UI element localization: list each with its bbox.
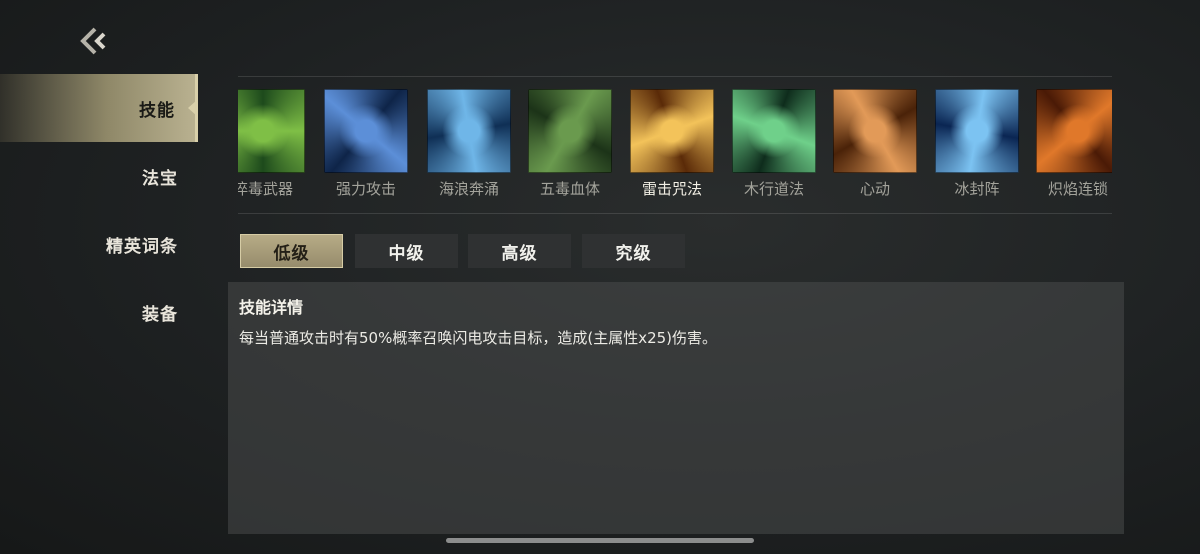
skill-card-ice-seal[interactable]: 冰封阵	[935, 89, 1019, 199]
wood-vortex-icon	[732, 89, 816, 173]
sidebar-item-treasure[interactable]: 法宝	[0, 142, 198, 210]
tab-label: 究级	[615, 243, 652, 264]
tab-high[interactable]: 高级	[468, 234, 571, 268]
back-button[interactable]	[78, 26, 112, 56]
skill-card-power-strike[interactable]: 强力攻击	[324, 89, 408, 199]
tab-label: 低级	[273, 243, 310, 264]
skill-label: 淬毒武器	[238, 180, 293, 198]
skill-list[interactable]: 淬毒武器 强力攻击 海浪奔涌 五毒血体 雷击咒法 木行道法 心动 冰封阵 炽焰连…	[238, 89, 1112, 199]
skill-label: 五毒血体	[539, 180, 600, 198]
skill-label: 海浪奔涌	[438, 180, 499, 198]
skill-label: 炽焰连锁	[1047, 180, 1108, 198]
divider	[238, 213, 1112, 214]
skill-label: 冰封阵	[954, 180, 1000, 198]
flame-demon-icon	[1036, 89, 1112, 173]
skill-card-five-poison-body[interactable]: 五毒血体	[528, 89, 612, 199]
skill-card-wood-dao[interactable]: 木行道法	[732, 89, 816, 199]
skill-label: 强力攻击	[335, 180, 396, 198]
sidebar-item-label: 装备	[142, 304, 178, 325]
sidebar-item-label: 技能	[139, 100, 175, 121]
back-chevron-icon	[80, 27, 106, 55]
skill-detail-panel: 技能详情 每当普通攻击时有50%概率召唤闪电攻击目标，造成(主属性x25)伤害。	[228, 282, 1124, 534]
sidebar-item-elite-affixes[interactable]: 精英词条	[0, 210, 198, 278]
tab-low[interactable]: 低级	[240, 234, 343, 268]
poison-body-icon	[528, 89, 612, 173]
skill-label: 心动	[859, 180, 890, 198]
sidebar-item-label: 法宝	[142, 168, 178, 189]
skill-card-flame-chain[interactable]: 炽焰连锁	[1036, 89, 1112, 199]
lightning-fist-icon	[324, 89, 408, 173]
tab-mid[interactable]: 中级	[355, 234, 458, 268]
sidebar-item-skills[interactable]: 技能	[0, 74, 198, 142]
wave-icon	[427, 89, 511, 173]
skill-card-surging-waves[interactable]: 海浪奔涌	[427, 89, 511, 199]
tab-label: 高级	[501, 243, 538, 264]
tab-label: 中级	[388, 243, 425, 264]
sidebar-item-label: 精英词条	[106, 236, 178, 257]
detail-description: 每当普通攻击时有50%概率召唤闪电攻击目标，造成(主属性x25)伤害。	[239, 329, 718, 347]
skill-label: 木行道法	[743, 180, 804, 198]
ice-vortex-icon	[935, 89, 1019, 173]
active-indicator-icon	[188, 100, 197, 116]
sidebar: 技能 法宝 精英词条 装备	[0, 74, 198, 346]
heart-swirl-icon	[833, 89, 917, 173]
home-indicator[interactable]	[446, 538, 754, 543]
skill-card-poison-weapon[interactable]: 淬毒武器	[238, 89, 305, 199]
sidebar-item-equipment[interactable]: 装备	[0, 278, 198, 346]
thunder-spell-icon	[630, 89, 714, 173]
skill-label: 雷击咒法	[641, 180, 702, 198]
tab-ultimate[interactable]: 究级	[582, 234, 685, 268]
divider	[238, 76, 1112, 77]
skill-card-thunder-spell[interactable]: 雷击咒法	[630, 89, 714, 199]
skill-card-heartbeat[interactable]: 心动	[833, 89, 917, 199]
detail-title: 技能详情	[239, 298, 304, 317]
poison-blade-icon	[238, 89, 305, 173]
